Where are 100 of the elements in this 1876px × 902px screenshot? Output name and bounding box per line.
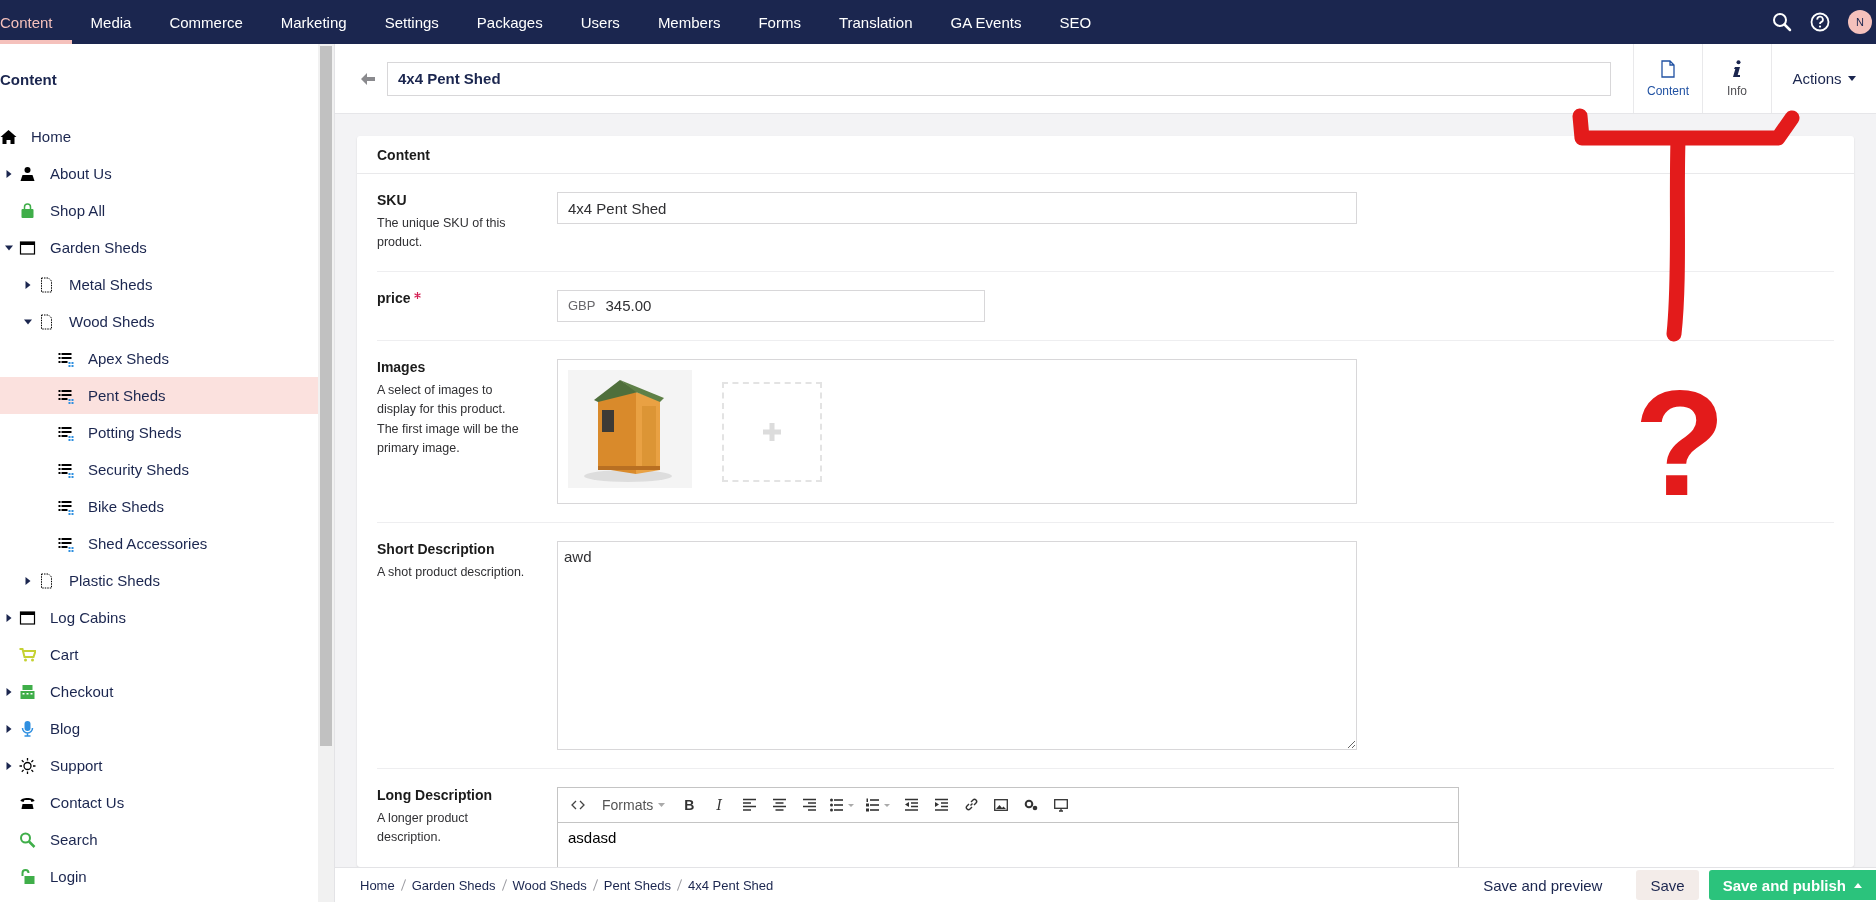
tree-item[interactable]: Potting Sheds [0, 414, 318, 451]
tree-item[interactable]: Contact Us [0, 784, 318, 821]
tree-item[interactable]: Blog [0, 710, 318, 747]
tree-item[interactable]: About Us [0, 155, 318, 192]
tree-item[interactable]: Checkout [0, 673, 318, 710]
tree-item[interactable]: Login [0, 858, 318, 895]
list-icon [57, 350, 74, 367]
tree-item[interactable]: Shop All [0, 192, 318, 229]
help-icon [1810, 12, 1830, 32]
property-label: SKU [377, 192, 407, 208]
section-tab[interactable]: SEO [1040, 0, 1111, 44]
tree-item[interactable]: Garden Sheds [0, 229, 318, 266]
list-icon [57, 387, 74, 404]
monitor-icon [1054, 797, 1069, 812]
caret-up-icon [1854, 882, 1862, 888]
section-tab[interactable]: Commerce [150, 0, 262, 44]
tree-item[interactable]: Apex Sheds [0, 340, 318, 377]
section-tab[interactable]: Forms [739, 0, 820, 44]
section-tab[interactable]: Packages [457, 0, 562, 44]
property-label: Long Description [377, 786, 493, 803]
plus-icon [761, 420, 783, 443]
info-icon [1732, 59, 1742, 78]
document-icon [38, 313, 55, 330]
section-tab[interactable]: Content [0, 0, 72, 44]
tree-item[interactable]: Pent Sheds [0, 377, 318, 414]
breadcrumb-link[interactable]: Pent Sheds [603, 877, 671, 893]
microphone-icon [19, 720, 36, 737]
search-icon [19, 831, 36, 848]
section-tab[interactable]: Translation [819, 0, 932, 44]
italic-button[interactable]: I [705, 790, 734, 819]
section-tab[interactable]: Settings [365, 0, 458, 44]
section-tab[interactable]: Members [638, 0, 740, 44]
formats-dropdown[interactable]: Formats [594, 790, 674, 819]
tree-item[interactable]: Security Sheds [0, 451, 318, 488]
breadcrumb-link[interactable]: 4x4 Pent Shed [687, 877, 774, 893]
tree-item[interactable]: Plastic Sheds [0, 562, 318, 599]
property-description: A shot product description. [377, 563, 526, 581]
tree-item[interactable]: Search [0, 821, 318, 858]
list-icon [57, 461, 74, 478]
back-arrow-icon [361, 72, 375, 85]
person-icon [19, 165, 36, 182]
short-description-field[interactable]: awd [557, 540, 1357, 750]
bullet-list-icon [830, 797, 855, 812]
property-description: A select of images to display for this product. The first image will be the primary image. [377, 381, 520, 457]
caret-down-icon [1847, 76, 1856, 81]
document-icon [38, 276, 55, 293]
search-icon [1772, 12, 1792, 32]
tree-item[interactable]: Home [0, 118, 318, 155]
section-tab[interactable]: Users [561, 0, 639, 44]
align-right-icon [802, 797, 816, 812]
property-label: price [377, 289, 411, 306]
caret-down-icon [658, 802, 666, 807]
list-icon [57, 424, 74, 441]
home-icon [0, 128, 17, 145]
tree-item[interactable]: Wood Sheds [0, 303, 318, 340]
image-icon [994, 797, 1009, 812]
numbered-list-icon [866, 797, 891, 812]
tree-item[interactable]: Bike Sheds [0, 488, 318, 525]
cash-register-icon [19, 683, 36, 700]
tree-title: Content [0, 70, 58, 90]
bold-button[interactable]: B [675, 790, 704, 819]
document-icon [1661, 59, 1675, 78]
outdent-icon [904, 797, 918, 812]
bag-icon [19, 202, 36, 219]
user-avatar[interactable]: N [1848, 10, 1872, 34]
tree-item[interactable]: Support [0, 747, 318, 784]
cart-icon [19, 646, 36, 663]
list-icon [57, 498, 74, 515]
price-field[interactable]: GBP 345.00 [557, 289, 985, 322]
sku-field[interactable]: 4x4 Pent Shed [557, 192, 1357, 224]
name-field[interactable]: 4x4 Pent Shed [387, 61, 1611, 96]
align-center-icon [772, 797, 786, 812]
breadcrumb-link[interactable]: Garden Sheds [411, 877, 496, 893]
section-tab[interactable]: Media [71, 0, 151, 44]
annotation-question-mark: ? [1634, 368, 1726, 518]
breadcrumb-link[interactable]: Wood Sheds [512, 877, 587, 893]
group-title: Content [357, 136, 1854, 174]
window-icon [19, 609, 36, 626]
tree-item[interactable]: Metal Sheds [0, 266, 318, 303]
sun-icon [19, 757, 36, 774]
link-icon [964, 797, 978, 812]
property-label: Images [377, 358, 426, 375]
tree-item[interactable]: Shed Accessories [0, 525, 318, 562]
editor-text: asdasd [567, 827, 618, 848]
scrollbar-thumb[interactable] [320, 46, 332, 746]
property-description: The unique SKU of this product. [377, 215, 507, 252]
list-icon [57, 535, 74, 552]
property-label: Short Description [377, 540, 495, 557]
save-button[interactable]: Save [1636, 870, 1699, 900]
align-left-icon [742, 797, 756, 812]
breadcrumb-link[interactable]: Home [360, 877, 395, 893]
indent-icon [934, 797, 948, 812]
preview-button[interactable]: Save and preview [1469, 870, 1617, 900]
window-icon [19, 239, 36, 256]
tree-item[interactable]: Log Cabins [0, 599, 318, 636]
tree-item[interactable]: Cart [0, 636, 318, 673]
section-tab[interactable]: GA Events [931, 0, 1041, 44]
padlock-icon [19, 868, 36, 885]
document-icon [38, 572, 55, 589]
section-tab[interactable]: Marketing [261, 0, 366, 44]
